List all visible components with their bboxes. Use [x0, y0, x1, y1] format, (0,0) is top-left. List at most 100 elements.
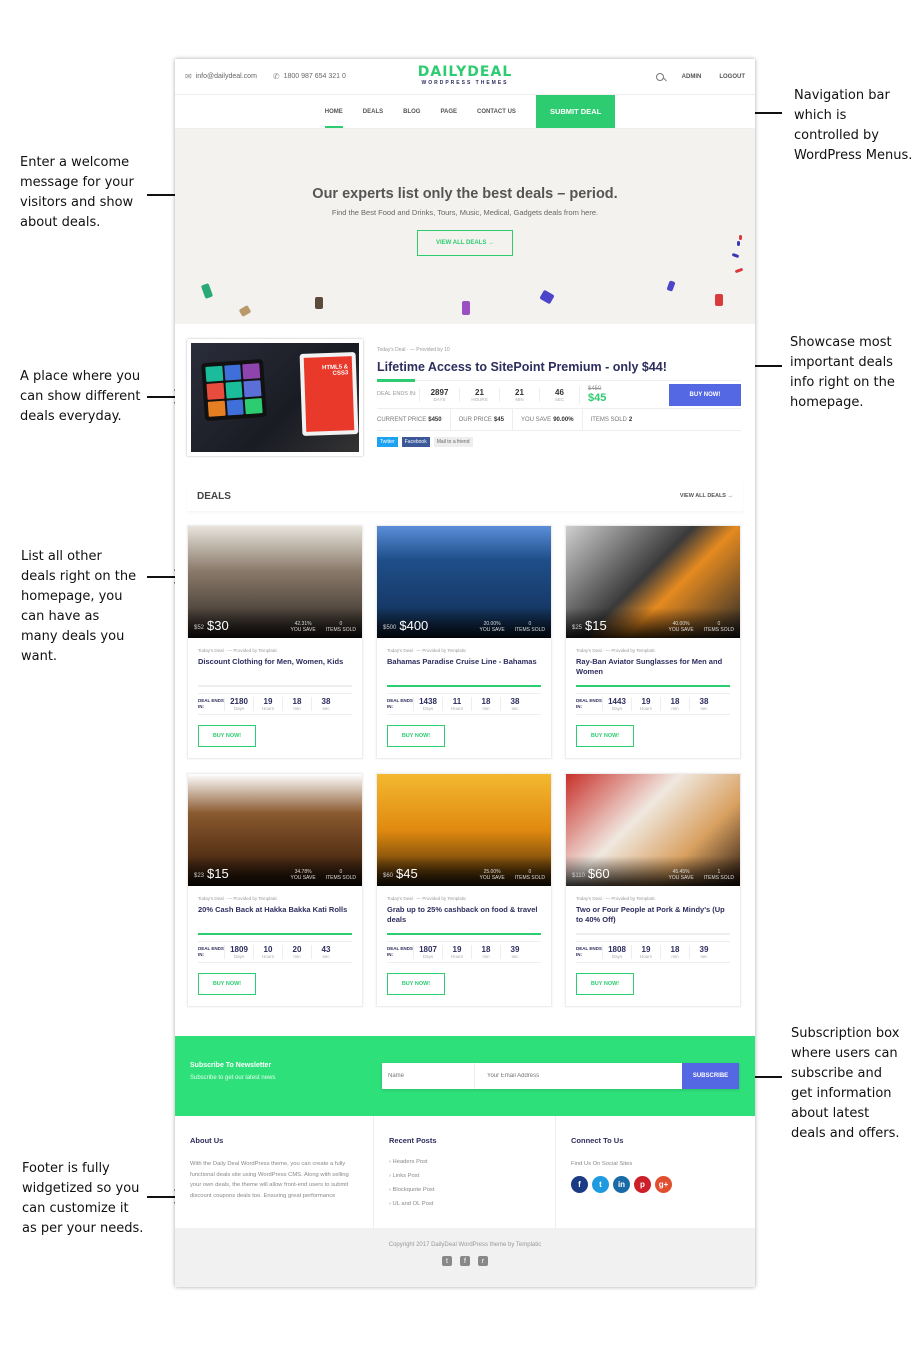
featured-progress	[377, 379, 741, 382]
nav-home[interactable]: HOME	[315, 95, 353, 128]
nav-blog[interactable]: BLOG	[393, 95, 430, 128]
nav-contact-us[interactable]: CONTACT US	[467, 95, 526, 128]
recent-post-link[interactable]: Links Post	[389, 1173, 540, 1179]
featured-price: $450 $45	[579, 385, 606, 404]
timer-cell: 18 min	[660, 697, 689, 711]
nav-page[interactable]: PAGE	[430, 95, 467, 128]
search-icon[interactable]	[655, 72, 664, 81]
recent-post-link[interactable]: UL and OL Post	[389, 1201, 540, 1207]
timer-cell: 1438 Days	[413, 697, 442, 711]
newsletter-section: Subscribe To Newsletter Subscribe to get…	[175, 1036, 755, 1116]
buy-now-button[interactable]: BUY NOW!	[198, 973, 256, 995]
stat-our-price: OUR PRICE $45	[451, 409, 513, 430]
buy-now-button[interactable]: BUY NOW!	[387, 725, 445, 747]
confetti-decoration	[315, 297, 323, 309]
site-preview: ✉ info@dailydeal.com ✆ 1800 987 654 321 …	[175, 59, 755, 1287]
buy-now-button[interactable]: BUY NOW!	[198, 725, 256, 747]
deal-ends-label: DEAL ENDS IN:	[198, 698, 224, 709]
deal-progress	[387, 685, 541, 687]
deal-new-price: $400	[399, 618, 429, 633]
recent-post-link[interactable]: Blockquote Post	[389, 1187, 540, 1193]
contact-email[interactable]: ✉ info@dailydeal.com	[185, 72, 257, 81]
featured-buy-now-button[interactable]: BUY NOW!	[669, 383, 741, 406]
bottom-social-icons: tfr	[175, 1256, 755, 1266]
deal-items-sold: 1 ITEMS SOLD	[703, 869, 734, 881]
google-plus-icon[interactable]: g+	[655, 1175, 672, 1193]
pinterest-icon[interactable]: p	[634, 1175, 651, 1193]
name-input[interactable]	[382, 1063, 475, 1089]
deal-image[interactable]: $60 $45 25.00% YOU SAVE 0 ITEMS SOLD	[377, 774, 551, 886]
featured-title[interactable]: Lifetime Access to SitePoint Premium - o…	[377, 360, 741, 374]
twitter-icon[interactable]: t	[442, 1256, 452, 1266]
view-all-deals-link[interactable]: VIEW ALL DEALS →	[680, 493, 733, 499]
featured-meta: Today's Deal · — Provided by 10	[377, 347, 450, 353]
submit-deal-button[interactable]: SUBMIT DEAL	[535, 95, 616, 128]
annotation-list-deals: List all other deals right on the homepa…	[21, 549, 137, 664]
view-all-deals-button[interactable]: VIEW ALL DEALS →	[417, 230, 513, 256]
deal-title[interactable]: 20% Cash Back at Hakka Bakka Kati Rolls	[188, 901, 362, 933]
email-text: info@dailydeal.com	[195, 73, 257, 80]
deal-items-sold: 0 ITEMS SOLD	[703, 621, 734, 633]
confetti-decoration	[715, 294, 723, 306]
timer-cell: 18 min	[282, 697, 311, 711]
twitter-share-button[interactable]: Twitter	[377, 437, 398, 447]
buy-now-button[interactable]: BUY NOW!	[576, 725, 634, 747]
confetti-decoration	[739, 235, 742, 240]
footer-widgets: About Us With the Daily Deal WordPress t…	[175, 1116, 755, 1228]
featured-timer: DEAL ENDS IN: 2897 DAYS 21 HOURS 21 MIN 46 S…	[377, 381, 741, 409]
deal-image[interactable]: $110 $60 45.45% YOU SAVE 1 ITEMS SOLD	[566, 774, 740, 886]
facebook-icon[interactable]: f	[571, 1175, 588, 1193]
deal-image[interactable]: $500 $400 20.00% YOU SAVE 0 ITEMS SOLD	[377, 526, 551, 638]
confetti-decoration	[200, 283, 214, 299]
deal-title[interactable]: Discount Clothing for Men, Women, Kids	[188, 653, 362, 685]
deal-image[interactable]: $52 $30 42.31% YOU SAVE 0 ITEMS SOLD	[188, 526, 362, 638]
buy-now-button[interactable]: BUY NOW!	[387, 973, 445, 995]
logout-link[interactable]: LOGOUT	[719, 74, 745, 80]
email-input[interactable]	[475, 1063, 682, 1089]
featured-stats: CURRENT PRICE $450 OUR PRICE $45 YOU SAVE 9…	[377, 409, 741, 431]
deal-title[interactable]: Bahamas Paradise Cruise Line - Bahamas	[377, 653, 551, 685]
deal-price-overlay: $23 $15 34.78% YOU SAVE 0 ITEMS SOLD	[188, 856, 362, 886]
subscribe-button[interactable]: SUBSCRIBE	[682, 1063, 739, 1089]
buy-now-button[interactable]: BUY NOW!	[576, 973, 634, 995]
recent-post-link[interactable]: Headers Post	[389, 1159, 540, 1165]
contact-phone[interactable]: ✆ 1800 987 654 321 0	[273, 72, 346, 81]
deal-title[interactable]: Ray-Ban Aviator Sunglasses for Men and W…	[566, 653, 740, 685]
timer-min: 21 MIN	[499, 387, 539, 402]
deal-meta: Today's Deal · — Provided by Templatic	[576, 896, 656, 901]
deal-meta: Today's Deal · — Provided by Templatic	[198, 648, 278, 653]
stat-current-price: CURRENT PRICE $450	[377, 409, 451, 430]
deal-ends-label: DEAL ENDS IN:	[576, 698, 602, 709]
twitter-icon[interactable]: t	[592, 1175, 609, 1193]
mail-friend-button[interactable]: Mail to a friend	[433, 437, 473, 447]
nav-deals[interactable]: DEALS	[353, 95, 393, 128]
facebook-share-button[interactable]: Facebook	[401, 437, 430, 447]
deal-card: $23 $15 34.78% YOU SAVE 0 ITEMS SOLD Today…	[187, 773, 363, 1007]
timer-cell: 19 Hours	[631, 945, 660, 959]
timer-cell: 18 min	[471, 945, 500, 959]
annotation-navbar: Navigation bar which is controlled by Wo…	[794, 88, 913, 163]
featured-deal-image[interactable]: HTML5 & CSS3	[187, 339, 363, 456]
deal-image[interactable]: $25 $15 40.00% YOU SAVE 0 ITEMS SOLD	[566, 526, 740, 638]
timer-cell: 39 sec	[689, 945, 718, 959]
top-bar: ✉ info@dailydeal.com ✆ 1800 987 654 321 …	[175, 59, 755, 95]
deal-price-overlay: $110 $60 45.45% YOU SAVE 1 ITEMS SOLD	[566, 856, 740, 886]
deal-new-price: $45	[396, 866, 418, 881]
deal-new-price: $15	[207, 866, 229, 881]
deal-price-overlay: $52 $30 42.31% YOU SAVE 0 ITEMS SOLD	[188, 608, 362, 638]
facebook-icon[interactable]: f	[460, 1256, 470, 1266]
linkedin-icon[interactable]: in	[613, 1175, 630, 1193]
deal-items-sold: 0 ITEMS SOLD	[514, 621, 545, 633]
phone-icon: ✆	[272, 72, 280, 81]
timer-sec: 46 SEC	[539, 387, 579, 402]
share-buttons: Twitter Facebook Mail to a friend	[377, 437, 741, 447]
deal-grid: $52 $30 42.31% YOU SAVE 0 ITEMS SOLD Today…	[187, 525, 743, 1007]
deals-header: DEALS VIEW ALL DEALS →	[187, 481, 743, 511]
deal-image[interactable]: $23 $15 34.78% YOU SAVE 0 ITEMS SOLD	[188, 774, 362, 886]
deal-title[interactable]: Grab up to 25% cashback on food & travel…	[377, 901, 551, 933]
timer-cell: 38 sec	[311, 697, 340, 711]
rss-icon[interactable]: r	[478, 1256, 488, 1266]
logo[interactable]: DAILYDEAL WORDPRESS THEMES	[418, 65, 512, 87]
deal-title[interactable]: Two or Four People at Pork & Mindy's (Up…	[566, 901, 740, 933]
admin-link[interactable]: ADMIN	[682, 74, 702, 80]
